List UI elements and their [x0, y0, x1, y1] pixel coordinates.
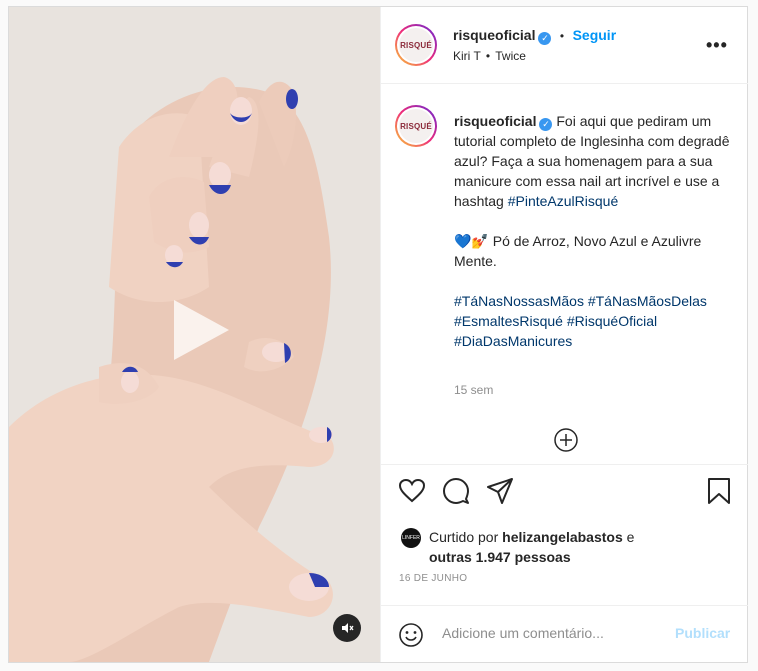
likes-suffix: e — [626, 529, 635, 545]
hashtag-link[interactable]: #PinteAzulRisqué — [508, 193, 619, 209]
audio-info[interactable]: Kiri T • Twice — [453, 49, 526, 63]
heart-icon[interactable] — [398, 477, 426, 510]
hashtag-link[interactable]: #TáNasMãosDelas — [588, 293, 707, 309]
caption-username[interactable]: risqueoficial — [454, 113, 536, 129]
post-video[interactable] — [9, 7, 380, 662]
emoji-icon[interactable] — [398, 622, 424, 653]
hashtag-link[interactable]: #TáNasNossasMãos — [454, 293, 584, 309]
emoji-heart-nail: 💙💅 — [454, 233, 489, 249]
play-icon[interactable] — [164, 295, 234, 365]
verified-icon: ✓ — [538, 32, 552, 45]
audio-separator: • — [485, 49, 491, 63]
separator: • — [559, 29, 565, 43]
hashtag-link[interactable]: #RisquéOficial — [567, 313, 657, 329]
audio-artist: Kiri T — [453, 49, 481, 63]
caption-text-2: Pó de Arroz, Novo Azul e Azulivre Mente. — [454, 233, 702, 269]
post-header: RISQUÉ risqueoficial ✓ • Seguir Kiri T • … — [381, 7, 748, 84]
publish-button[interactable]: Publicar — [675, 625, 730, 641]
liker-avatar[interactable]: LINFER — [401, 528, 421, 548]
likes-summary: Curtido por helizangelabastos e outras 1… — [429, 527, 729, 567]
share-icon[interactable] — [486, 477, 514, 510]
header-username[interactable]: risqueoficial — [453, 27, 535, 43]
caption-verified-icon: ✓ — [539, 118, 553, 131]
post-sidebar: RISQUÉ risqueoficial ✓ • Seguir Kiri T • … — [380, 7, 748, 662]
follow-button[interactable]: Seguir — [573, 27, 617, 43]
avatar[interactable]: RISQUÉ — [395, 24, 437, 66]
caption-time[interactable]: 15 sem — [454, 383, 493, 397]
mute-icon[interactable] — [333, 614, 361, 642]
caption: risqueoficial ✓ Foi aqui que pediram um t… — [454, 111, 738, 351]
bookmark-icon[interactable] — [706, 477, 732, 510]
comment-input[interactable]: Adicione um comentário... — [442, 625, 604, 641]
audio-track: Twice — [495, 49, 526, 63]
likes-prefix: Curtido por — [429, 529, 499, 545]
liker-username[interactable]: helizangelabastos — [502, 529, 623, 545]
comment-icon[interactable] — [442, 477, 470, 510]
add-circle-icon[interactable] — [553, 427, 579, 458]
comment-bar: Adicione um comentário... Publicar — [381, 605, 748, 663]
post-container: RISQUÉ risqueoficial ✓ • Seguir Kiri T • … — [8, 6, 748, 663]
caption-avatar[interactable]: RISQUÉ — [395, 105, 437, 147]
hashtag-link[interactable]: #DiaDasManicures — [454, 333, 572, 349]
caption-avatar-logo: RISQUÉ — [399, 109, 433, 143]
hashtag-link[interactable]: #EsmaltesRisqué — [454, 313, 563, 329]
likes-others[interactable]: outras 1.947 pessoas — [429, 549, 571, 565]
hashtag-list: #TáNasNossasMãos #TáNasMãosDelas #Esmalt… — [454, 291, 738, 351]
post-date[interactable]: 16 DE JUNHO — [399, 573, 467, 584]
avatar-logo: RISQUÉ — [399, 28, 433, 62]
action-bar — [381, 464, 748, 525]
more-options-icon[interactable]: ••• — [706, 35, 728, 56]
